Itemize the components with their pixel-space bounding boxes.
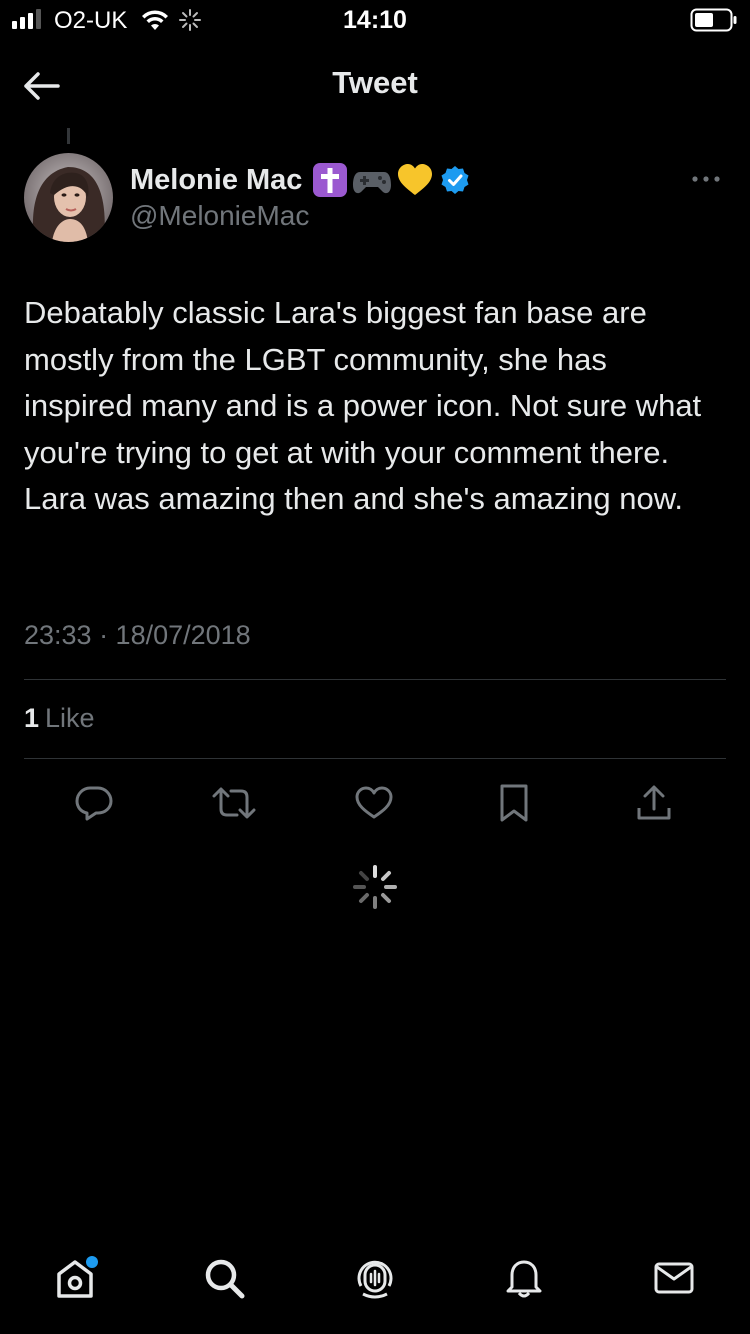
page-title: Tweet [332, 65, 418, 100]
tweet-timestamp[interactable]: 23:33 · 18/07/2018 [24, 620, 251, 651]
more-options-button[interactable] [688, 168, 724, 190]
like-button[interactable] [347, 776, 401, 830]
author-name-row[interactable]: Melonie Mac [130, 162, 470, 198]
author-badges [312, 162, 434, 198]
divider [24, 679, 726, 680]
author-display-name: Melonie Mac [130, 163, 303, 196]
reply-icon [75, 786, 113, 821]
avatar[interactable] [24, 153, 113, 242]
tab-search[interactable] [194, 1248, 254, 1308]
envelope-icon [654, 1262, 694, 1294]
retweet-button[interactable] [207, 776, 261, 830]
tweet-actions [24, 776, 726, 830]
game-controller-emoji [353, 172, 392, 194]
bookmark-icon [500, 784, 528, 822]
share-button[interactable] [627, 776, 681, 830]
home-notification-dot [86, 1256, 98, 1268]
bell-icon [506, 1260, 542, 1298]
share-icon [637, 785, 671, 820]
spaces-icon [357, 1260, 393, 1299]
battery-icon [690, 8, 738, 37]
search-icon [205, 1259, 245, 1299]
likes-count: 1 [24, 703, 40, 733]
thread-line [67, 128, 70, 144]
status-time: 14:10 [343, 6, 407, 34]
tab-messages[interactable] [644, 1248, 704, 1308]
author-handle[interactable]: @MelonieMac [130, 200, 309, 232]
heart-icon [355, 786, 393, 819]
bottom-tab-bar [0, 1234, 750, 1334]
verified-badge-icon [441, 166, 469, 194]
tab-spaces[interactable] [345, 1248, 405, 1308]
status-bar: O2-UK 14:10 [0, 0, 750, 40]
yellow-heart-emoji [398, 164, 433, 195]
retweet-icon [212, 787, 256, 819]
latin-cross-emoji [313, 163, 348, 197]
likes-summary[interactable]: 1 Like [24, 703, 95, 734]
likes-label: Like [45, 703, 95, 733]
reply-button[interactable] [67, 776, 121, 830]
more-horizontal-icon [692, 176, 720, 182]
tweet-text: Debatably classic Lara's biggest fan bas… [24, 295, 702, 516]
bookmark-button[interactable] [487, 776, 541, 830]
tab-notifications[interactable] [494, 1248, 554, 1308]
divider [24, 758, 726, 759]
header: Tweet [0, 55, 750, 115]
loading-spinner-icon [353, 865, 397, 909]
